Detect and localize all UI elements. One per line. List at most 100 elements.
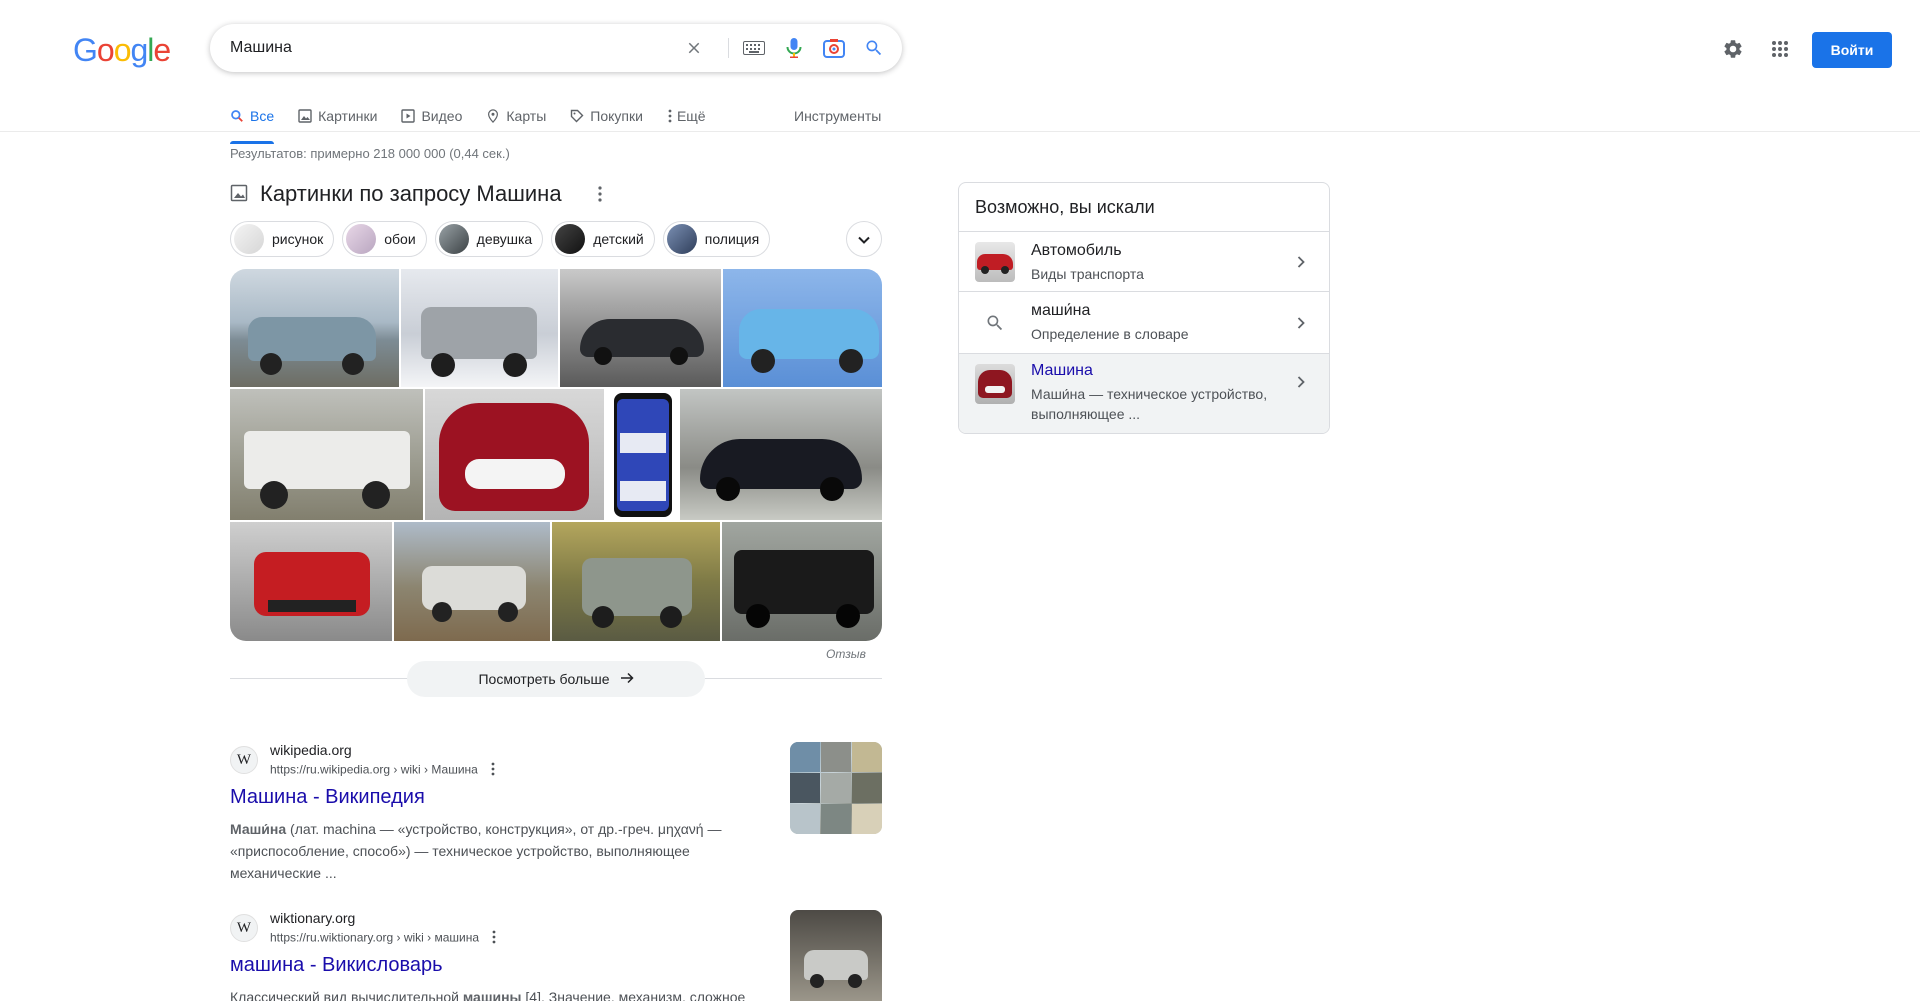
images-section-header: Картинки по запросу Машина [230,180,602,208]
result-breadcrumb: https://ru.wikipedia.org › wiki › Машина [270,762,495,779]
result-url: https://ru.wikipedia.org › wiki › Машина [270,762,478,777]
more-options-icon[interactable] [590,184,610,204]
tab-label: Карты [506,108,547,124]
tab-images[interactable]: Картинки [298,100,377,132]
search-tabs: Все Картинки Видео Карты Покупки Ещё [230,100,730,144]
car-image[interactable] [394,522,550,641]
clear-icon[interactable] [682,36,706,60]
microphone-icon[interactable] [782,36,806,60]
panel-title: Возможно, вы искали [975,197,1155,217]
panel-item-machine[interactable]: Машина Маши́на — техническое устройство,… [959,353,1329,433]
car-image[interactable] [606,389,678,520]
search-icon[interactable] [862,36,886,60]
logo-letter: o [113,32,132,68]
logo-letter: g [130,32,148,68]
search-icon [975,303,1015,343]
google-logo[interactable]: Google [73,32,171,69]
car-image[interactable] [425,389,604,520]
tag-icon [570,109,584,123]
car-image[interactable] [230,389,423,520]
more-options-icon[interactable] [492,930,496,947]
chip-thumbnail [346,224,377,254]
signin-button[interactable]: Войти [1812,32,1892,68]
wikipedia-favicon-icon: W [230,746,258,774]
see-more-label: Посмотреть больше [478,671,610,687]
panel-item-automobile[interactable]: Автомобиль Виды транспорта [959,231,1329,291]
chip-wallpaper[interactable]: обои [342,221,427,257]
panel-item-dictionary[interactable]: маши́на Определение в словаре [959,291,1329,353]
chips-expand-button[interactable] [846,221,882,257]
result-snippet: Классический вид вычислительной машины [… [230,986,750,1001]
image-grid [230,269,882,641]
result-thumbnail[interactable] [790,910,882,1001]
chip-drawing[interactable]: рисунок [230,221,335,257]
result-site-name: wiktionary.org [270,910,356,926]
did-you-mean-panel: Возможно, вы искали Автомобиль Виды тран… [958,182,1330,434]
panel-item-name: Машина [1031,362,1093,379]
snippet-text: [4]. Значение. механизм, сложное [521,989,746,1001]
header-divider [0,131,1920,132]
tab-all[interactable]: Все [230,100,275,144]
feedback-link[interactable]: Отзыв [826,647,866,661]
see-more-button[interactable]: Посмотреть больше [407,661,705,697]
result-thumbnail[interactable] [790,742,882,834]
image-refine-chips: рисунок обои девушка детский полиция [230,221,778,257]
snippet-text: (лат. machina — «устройство, конструкция… [230,821,722,881]
panel-item-desc: Определение в словаре [1031,326,1189,342]
panel-item-desc: Виды транспорта [1031,266,1144,282]
car-image[interactable] [552,522,720,641]
chevron-right-icon [1293,315,1309,331]
wiktionary-favicon-icon: W [230,914,258,942]
result-url: https://ru.wiktionary.org › wiki › машин… [270,930,480,945]
search-box [210,24,902,72]
logo-letter: o [96,32,115,68]
search-divider [728,38,729,58]
result-title-link[interactable]: машина - Викисловарь [230,954,443,977]
header: Google Войти [0,0,1920,100]
image-icon [298,109,312,123]
camera-search-icon[interactable] [822,36,846,60]
car-image[interactable] [680,389,882,520]
play-icon [401,109,416,123]
car-image[interactable] [401,269,558,387]
chevron-down-icon [858,231,870,247]
result-title-link[interactable]: Машина - Википедия [230,786,425,809]
chevron-right-icon [1293,254,1309,270]
car-image[interactable] [723,269,882,387]
chip-girl[interactable]: девушка [434,221,544,257]
tab-maps[interactable]: Карты [486,100,546,132]
logo-letter: e [153,32,171,68]
tab-shopping[interactable]: Покупки [570,100,643,132]
search-icon [230,109,244,123]
result-site-name: wikipedia.org [270,742,352,758]
more-options-icon[interactable] [491,762,495,779]
result-stats: Результатов: примерно 218 000 000 (0,44 … [230,146,510,161]
chip-thumbnail [555,224,586,254]
keyboard-icon[interactable] [742,36,766,60]
image-icon [230,184,248,205]
tab-video[interactable]: Видео [401,100,462,132]
tab-label: Все [250,108,275,124]
tab-more[interactable]: Ещё [667,100,706,132]
chevron-right-icon [1293,374,1309,390]
arrow-right-icon [620,671,634,687]
result-breadcrumb: https://ru.wiktionary.org › wiki › машин… [270,930,496,947]
search-input[interactable] [230,24,680,72]
car-image[interactable] [560,269,721,387]
logo-letter: G [73,32,98,68]
tools-button[interactable]: Инструменты [794,100,881,132]
panel-item-name: Автомобиль [1031,242,1122,259]
car-image[interactable] [722,522,882,641]
chip-label: полиция [704,231,760,247]
car-thumbnail [975,364,1015,404]
search-result: W wikipedia.org https://ru.wikipedia.org… [230,742,882,882]
car-image[interactable] [230,522,392,641]
images-section-title: Картинки по запросу Машина [260,181,562,206]
chip-thumbnail [666,224,697,254]
apps-grid-icon[interactable] [1768,37,1792,61]
settings-gear-icon[interactable] [1721,37,1745,61]
chip-police[interactable]: полиция [662,221,771,257]
chip-kids[interactable]: детский [551,221,655,257]
snippet-bold: Маши́на [230,821,287,837]
car-image[interactable] [230,269,399,387]
